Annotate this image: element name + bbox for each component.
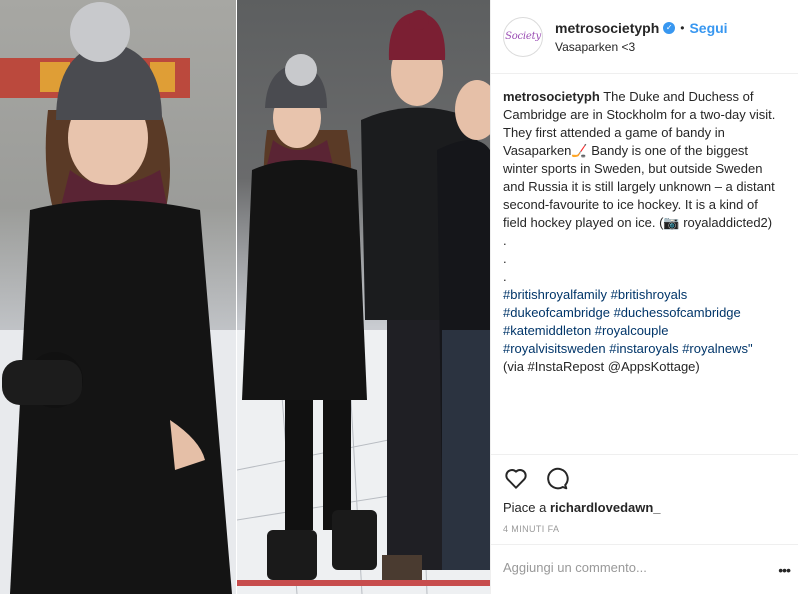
follow-button[interactable]: Segui: [689, 20, 727, 36]
via-line: (via #InstaRepost @AppsKottage): [503, 359, 700, 374]
photo-right: [237, 0, 490, 594]
location-link[interactable]: Vasaparken <3: [555, 40, 728, 54]
hashtag-line[interactable]: #dukeofcambridge #duchessofcambridge: [503, 304, 785, 322]
caption-dot: .: [503, 233, 507, 248]
actions-divider: [491, 454, 798, 455]
heart-icon[interactable]: [503, 465, 529, 491]
caption-dot: .: [503, 251, 507, 266]
instagram-post: Society metrosocietyph ✓ • Segui Vasapar…: [0, 0, 798, 594]
separator-dot: •: [680, 20, 685, 35]
header-row: metrosocietyph ✓ • Segui: [555, 20, 728, 36]
caption-dot: .: [503, 269, 507, 284]
post-image[interactable]: [0, 0, 490, 594]
action-icons: [503, 465, 569, 491]
comment-input[interactable]: [503, 556, 773, 579]
likes-prefix: Piace a: [503, 500, 550, 515]
post-timestamp[interactable]: 4 MINUTI FA: [503, 524, 559, 534]
post-header: Society metrosocietyph ✓ • Segui Vasapar…: [491, 0, 798, 74]
photo-left: [0, 0, 236, 594]
caption-text-block: metrosocietyph The Duke and Duchess of C…: [503, 88, 785, 232]
post-caption: metrosocietyph The Duke and Duchess of C…: [503, 88, 785, 376]
hashtag-line[interactable]: #royalvisitsweden #instaroyals #royalnew…: [503, 340, 785, 358]
likes-line: Piace a richardlovedawn_: [503, 500, 661, 515]
caption-text: The Duke and Duchess of Cambridge are in…: [503, 89, 776, 230]
avatar[interactable]: Society: [503, 16, 543, 57]
username-link[interactable]: metrosocietyph: [555, 20, 659, 36]
post-sidebar: Society metrosocietyph ✓ • Segui Vasapar…: [490, 0, 798, 594]
caption-author[interactable]: metrosocietyph: [503, 89, 600, 104]
avatar-logo-text: Society: [505, 31, 541, 42]
more-options-icon[interactable]: •••: [778, 562, 791, 578]
hashtag-line[interactable]: #britishroyalfamily #britishroyals: [503, 286, 785, 304]
hashtag-line[interactable]: #katemiddleton #royalcouple: [503, 322, 785, 340]
comment-icon[interactable]: [543, 465, 569, 491]
likes-user-link[interactable]: richardlovedawn_: [550, 500, 661, 515]
header-info: metrosocietyph ✓ • Segui Vasaparken <3: [555, 20, 728, 54]
verified-badge-icon: ✓: [663, 21, 676, 34]
